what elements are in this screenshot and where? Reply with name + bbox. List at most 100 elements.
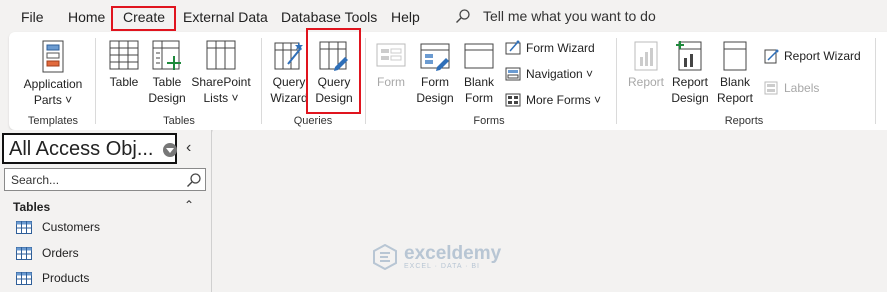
queries-group-label: Queries	[293, 115, 333, 127]
form-wizard-label: Form Wizard	[526, 41, 595, 55]
query-wizard-label-1: Query	[272, 75, 306, 89]
templates-group-label: Templates	[27, 115, 79, 127]
form-button[interactable]: Form	[371, 40, 411, 90]
blank-form-label-1: Blank	[463, 75, 495, 89]
menu-file[interactable]: File	[21, 9, 44, 25]
labels-icon	[764, 81, 778, 95]
menu-bar: File Home Create External Data Database …	[0, 0, 887, 34]
reports-group-label: Reports	[724, 115, 764, 127]
report-design-label-1: Report	[671, 75, 709, 89]
form-icon	[376, 43, 406, 67]
blank-report-label-2: Report	[716, 91, 754, 105]
watermark-tagline: EXCEL · DATA · BI	[404, 263, 480, 270]
report-icon	[634, 41, 658, 71]
navigation-label: Navigation ˅	[526, 67, 594, 81]
table-icon	[109, 40, 139, 70]
application-parts-label-2: Parts ˅	[33, 93, 73, 107]
report-design-button[interactable]: Report Design	[669, 40, 711, 106]
search-icon	[187, 173, 201, 187]
nav-search-input[interactable]: Search...	[11, 173, 59, 187]
create-tab-highlight	[111, 6, 176, 31]
table-icon	[16, 220, 32, 234]
menu-database-tools[interactable]: Database Tools	[281, 9, 377, 25]
query-wizard-label-2: Wizard	[270, 91, 308, 105]
collapse-pane-icon[interactable]: ‹	[186, 139, 191, 157]
table-design-label-1: Table	[152, 75, 182, 89]
watermark: exceldemy EXCEL · DATA · BI	[372, 244, 501, 270]
report-button[interactable]: Report	[623, 40, 669, 90]
nav-object-orders[interactable]: Orders	[16, 246, 79, 260]
form-wizard-icon	[505, 40, 521, 55]
nav-search-box[interactable]: Search...	[4, 168, 206, 191]
report-label: Report	[627, 75, 665, 89]
table-design-label-2: Design	[148, 91, 186, 105]
form-wizard-button[interactable]: Form Wizard	[505, 40, 595, 56]
report-design-icon	[676, 41, 702, 71]
table-icon	[16, 246, 32, 260]
query-wizard-icon	[274, 42, 303, 70]
forms-group-label: Forms	[473, 115, 505, 127]
group-separator	[261, 38, 262, 124]
tables-category-header[interactable]: Tables	[13, 200, 50, 214]
chevron-up-icon[interactable]: ⌃	[184, 198, 194, 212]
blank-report-button[interactable]: Blank Report	[713, 40, 757, 106]
blank-report-icon	[723, 41, 747, 71]
application-parts-button[interactable]: Application Parts ˅	[15, 40, 91, 108]
blank-form-icon	[464, 43, 494, 69]
table-design-button[interactable]: Table Design	[147, 40, 187, 106]
nav-object-label: Orders	[42, 246, 79, 260]
menu-external-data[interactable]: External Data	[183, 9, 268, 25]
form-design-icon	[420, 43, 450, 71]
tell-me-search[interactable]: Tell me what you want to do	[455, 8, 656, 24]
navigation-dropdown[interactable]: Navigation ˅	[505, 66, 593, 82]
labels-label: Labels	[784, 81, 820, 95]
query-design-highlight	[306, 28, 361, 114]
ribbon: Application Parts ˅ Templates Table Tabl…	[9, 32, 887, 130]
form-label: Form	[377, 75, 405, 89]
report-design-label-2: Design	[671, 91, 709, 105]
application-parts-label-1: Application	[23, 77, 83, 91]
blank-form-label-2: Form	[465, 91, 493, 105]
application-parts-icon	[42, 40, 64, 73]
nav-object-label: Products	[42, 271, 90, 285]
table-button[interactable]: Table	[103, 40, 145, 90]
blank-report-label-1: Blank	[719, 75, 751, 89]
table-design-icon	[152, 40, 181, 70]
sharepoint-lists-icon	[206, 40, 236, 70]
dropdown-arrow-icon[interactable]	[163, 143, 177, 157]
form-design-button[interactable]: Form Design	[413, 40, 457, 106]
table-icon	[16, 271, 32, 285]
labels-button[interactable]: Labels	[763, 80, 819, 96]
menu-help[interactable]: Help	[391, 9, 420, 25]
exceldemy-logo-icon	[373, 244, 397, 270]
query-wizard-button[interactable]: Query Wizard	[267, 40, 311, 106]
search-icon	[456, 9, 470, 23]
nav-object-customers[interactable]: Customers	[16, 220, 100, 234]
nav-pane-title-box[interactable]: All Access Obj...	[2, 133, 177, 164]
menu-home[interactable]: Home	[68, 9, 105, 25]
workspace-area	[213, 130, 887, 292]
group-separator	[365, 38, 366, 124]
more-forms-icon	[505, 93, 521, 107]
sharepoint-lists-label-1: SharePoint	[191, 75, 251, 89]
report-wizard-icon	[764, 49, 779, 64]
sharepoint-lists-label-2: Lists ˅	[203, 91, 239, 105]
report-wizard-label: Report Wizard	[784, 49, 861, 63]
watermark-name: exceldemy	[404, 243, 502, 264]
nav-pane-title: All Access Obj...	[9, 138, 154, 160]
nav-object-label: Customers	[42, 220, 101, 234]
navigation-icon	[505, 67, 521, 81]
form-design-label-2: Design	[416, 91, 454, 105]
form-design-label-1: Form	[421, 75, 449, 89]
sharepoint-lists-button[interactable]: SharePoint Lists ˅	[189, 40, 253, 106]
navigation-pane: All Access Obj... ‹ Search... Tables ⌃ C…	[0, 130, 212, 292]
nav-object-products[interactable]: Products	[16, 271, 89, 285]
more-forms-label: More Forms ˅	[526, 93, 602, 107]
table-label: Table	[109, 75, 139, 89]
tables-group-label: Tables	[163, 115, 195, 127]
group-separator	[616, 38, 617, 124]
report-wizard-button[interactable]: Report Wizard	[763, 48, 861, 64]
blank-form-button[interactable]: Blank Form	[459, 40, 499, 106]
more-forms-dropdown[interactable]: More Forms ˅	[505, 92, 601, 108]
tell-me-text: Tell me what you want to do	[483, 8, 656, 24]
